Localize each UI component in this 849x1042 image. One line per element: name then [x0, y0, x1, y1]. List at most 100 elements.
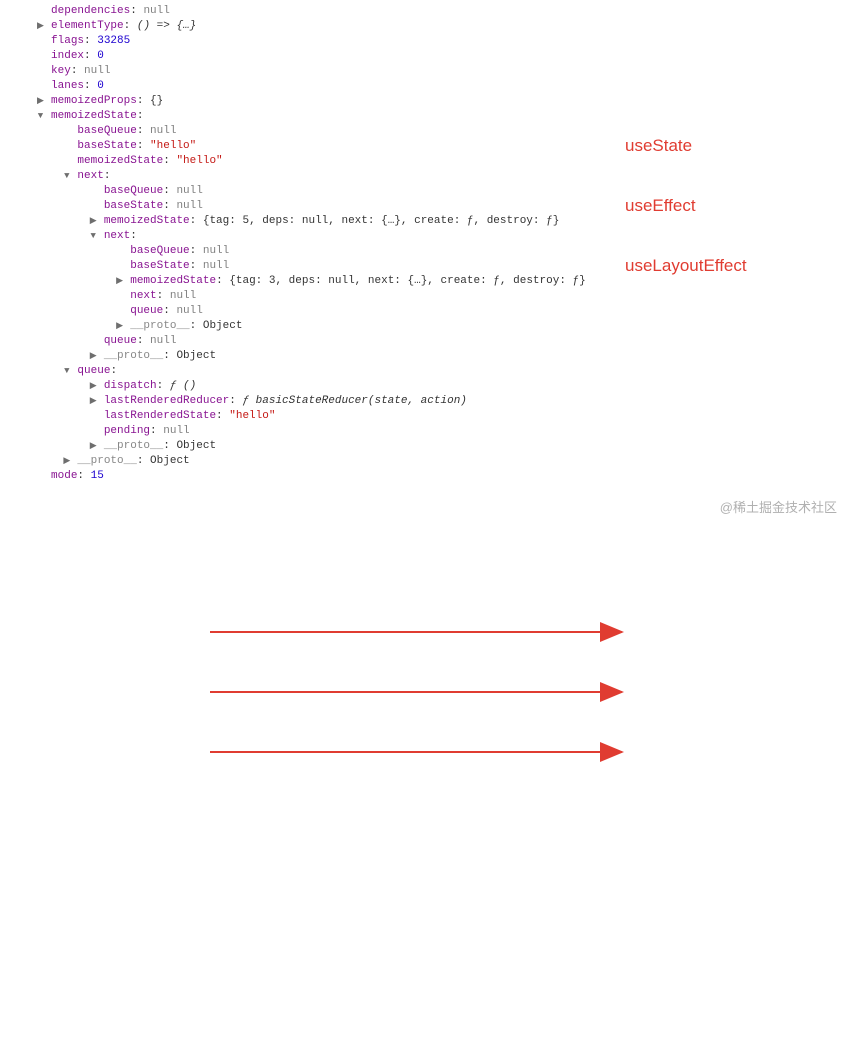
property-key: next	[77, 170, 103, 182]
property-key: lanes	[51, 80, 84, 92]
property-key: queue	[104, 335, 137, 347]
expand-toggle-icon	[89, 184, 97, 199]
tree-row[interactable]: ▼ queue:	[10, 364, 839, 379]
property-value: ƒ ()	[170, 380, 196, 392]
property-value: 33285	[97, 35, 130, 47]
property-value: "hello"	[229, 410, 275, 422]
tree-row[interactable]: ▶ __proto__: Object	[10, 349, 839, 364]
expand-toggle-icon	[89, 424, 97, 439]
expand-toggle-icon[interactable]: ▼	[63, 364, 71, 379]
tree-row: baseQueue: null	[10, 184, 839, 199]
property-key: next	[130, 290, 156, 302]
property-key: dependencies	[51, 5, 130, 17]
expand-toggle-icon[interactable]: ▶	[89, 349, 97, 364]
expand-toggle-icon[interactable]: ▼	[36, 109, 44, 124]
property-key: queue	[77, 365, 110, 377]
property-key: dispatch	[104, 380, 157, 392]
property-key: memoizedState	[130, 275, 216, 287]
expand-toggle-icon	[63, 139, 71, 154]
property-value: 0	[97, 80, 104, 92]
property-value: null	[203, 245, 229, 257]
property-key: memoizedState	[104, 215, 190, 227]
property-value: Object	[203, 320, 243, 332]
expand-toggle-icon	[89, 199, 97, 214]
expand-toggle-icon[interactable]: ▶	[63, 454, 71, 469]
property-key: pending	[104, 425, 150, 437]
property-value: () => {…}	[137, 20, 196, 32]
expand-toggle-icon	[36, 79, 44, 94]
property-key: __proto__	[104, 350, 163, 362]
expand-toggle-icon	[63, 154, 71, 169]
tree-row[interactable]: ▶ dispatch: ƒ ()	[10, 379, 839, 394]
tree-row[interactable]: ▼ memoizedState:	[10, 109, 839, 124]
tree-row[interactable]: ▶ __proto__: Object	[10, 439, 839, 454]
expand-toggle-icon[interactable]: ▶	[89, 214, 97, 229]
property-value: null	[176, 185, 202, 197]
expand-toggle-icon	[116, 289, 124, 304]
tree-row: mode: 15	[10, 469, 839, 484]
expand-toggle-icon[interactable]: ▶	[89, 439, 97, 454]
property-value: Object	[176, 350, 216, 362]
property-value: Object	[176, 440, 216, 452]
property-value: null	[84, 65, 110, 77]
property-value: Object	[150, 455, 190, 467]
property-key: baseState	[130, 260, 189, 272]
property-key: mode	[51, 470, 77, 482]
expand-toggle-icon	[36, 469, 44, 484]
tree-row: dependencies: null	[10, 4, 839, 19]
tree-row[interactable]: ▶ memoizedState: {tag: 3, deps: null, ne…	[10, 274, 839, 289]
tree-row: baseState: null	[10, 199, 839, 214]
tree-row: key: null	[10, 64, 839, 79]
expand-toggle-icon	[36, 49, 44, 64]
property-value: {tag: 3, deps: null, next: {…}, create: …	[229, 275, 585, 287]
property-key: queue	[130, 305, 163, 317]
property-key: baseState	[104, 200, 163, 212]
tree-row[interactable]: ▶ __proto__: Object	[10, 319, 839, 334]
expand-toggle-icon	[36, 4, 44, 19]
expand-toggle-icon[interactable]: ▶	[89, 394, 97, 409]
tree-row: lanes: 0	[10, 79, 839, 94]
property-value: null	[143, 5, 169, 17]
expand-toggle-icon[interactable]: ▼	[63, 169, 71, 184]
tree-row[interactable]: ▼ next:	[10, 229, 839, 244]
tree-row: index: 0	[10, 49, 839, 64]
property-key: baseQueue	[77, 125, 136, 137]
property-key: elementType	[51, 20, 124, 32]
property-key: __proto__	[104, 440, 163, 452]
tree-row[interactable]: ▶ elementType: () => {…}	[10, 19, 839, 34]
tree-row[interactable]: ▶ memoizedProps: {}	[10, 94, 839, 109]
tree-row: queue: null	[10, 304, 839, 319]
annotation-arrows	[10, 484, 849, 1005]
expand-toggle-icon[interactable]: ▶	[116, 319, 124, 334]
expand-toggle-icon[interactable]: ▶	[36, 94, 44, 109]
property-value: null	[176, 200, 202, 212]
property-value: "hello"	[150, 140, 196, 152]
property-key: __proto__	[77, 455, 136, 467]
property-key: index	[51, 50, 84, 62]
expand-toggle-icon[interactable]: ▶	[116, 274, 124, 289]
annotation-label: useState	[625, 138, 692, 153]
expand-toggle-icon[interactable]: ▶	[36, 19, 44, 34]
property-key: __proto__	[130, 320, 189, 332]
property-value: null	[176, 305, 202, 317]
tree-row[interactable]: ▶ __proto__: Object	[10, 454, 839, 469]
expand-toggle-icon	[89, 409, 97, 424]
property-value: ƒ basicStateReducer(state, action)	[242, 395, 466, 407]
tree-row[interactable]: ▶ memoizedState: {tag: 5, deps: null, ne…	[10, 214, 839, 229]
tree-row[interactable]: ▶ lastRenderedReducer: ƒ basicStateReduc…	[10, 394, 839, 409]
tree-row: next: null	[10, 289, 839, 304]
tree-row: flags: 33285	[10, 34, 839, 49]
tree-row: baseQueue: null	[10, 124, 839, 139]
property-key: lastRenderedReducer	[104, 395, 229, 407]
expand-toggle-icon[interactable]: ▼	[89, 229, 97, 244]
property-value: 15	[91, 470, 104, 482]
property-value: null	[170, 290, 196, 302]
expand-toggle-icon[interactable]: ▶	[89, 379, 97, 394]
expand-toggle-icon	[63, 124, 71, 139]
tree-row[interactable]: ▼ next:	[10, 169, 839, 184]
annotation-label: useLayoutEffect	[625, 258, 747, 273]
expand-toggle-icon	[116, 259, 124, 274]
expand-toggle-icon	[89, 334, 97, 349]
expand-toggle-icon	[116, 304, 124, 319]
property-key: flags	[51, 35, 84, 47]
